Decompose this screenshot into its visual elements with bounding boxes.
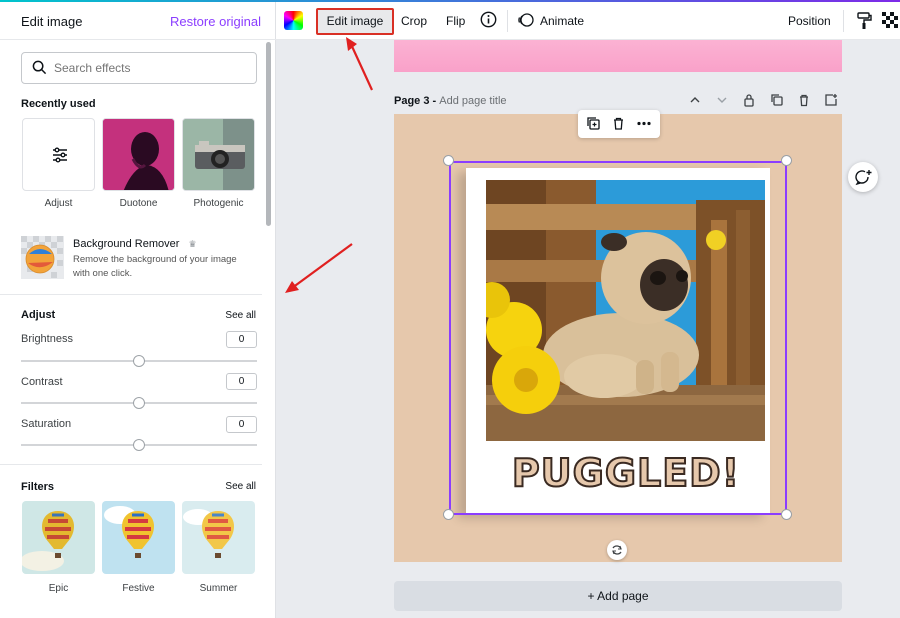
search-icon <box>32 60 47 75</box>
panel-scrollbar[interactable] <box>266 42 271 226</box>
resize-handle-top-left[interactable] <box>443 155 454 166</box>
adjust-see-all[interactable]: See all <box>225 310 256 321</box>
duplicate-page-icon[interactable] <box>770 93 784 112</box>
balloon-image <box>102 501 175 574</box>
resize-handle-bottom-right[interactable] <box>781 509 792 520</box>
filter-festive-tile[interactable] <box>102 501 175 574</box>
resize-handle-top-right[interactable] <box>781 155 792 166</box>
chevron-down-icon[interactable] <box>715 93 729 112</box>
photogenic-camera-image <box>183 119 254 190</box>
add-page-button[interactable]: + Add page <box>394 581 842 611</box>
add-comment-button[interactable] <box>848 162 878 192</box>
panel-header: Edit image Restore original <box>0 2 276 40</box>
adjust-label: Adjust <box>44 198 73 209</box>
saturation-label: Saturation <box>21 418 72 430</box>
filter-summer-label: Summer <box>199 583 238 594</box>
contrast-value[interactable]: 0 <box>226 373 257 390</box>
filters-see-all[interactable]: See all <box>225 481 256 492</box>
edit-image-button[interactable]: Edit image <box>316 8 394 35</box>
saturation-value[interactable]: 0 <box>226 416 257 433</box>
annotation-arrow-up <box>346 37 373 91</box>
toolbar-separator <box>843 10 844 32</box>
photogenic-label: Photogenic <box>193 198 244 209</box>
brightness-value[interactable]: 0 <box>226 331 257 348</box>
adjust-heading: Adjust <box>21 309 56 321</box>
saturation-slider-knob[interactable] <box>133 439 145 451</box>
background-remover-title[interactable]: Background Remover ♛ <box>73 238 197 250</box>
recently-used-heading: Recently used <box>21 98 96 110</box>
info-icon[interactable] <box>480 11 497 28</box>
photogenic-tile[interactable] <box>182 118 255 191</box>
rotate-handle[interactable] <box>607 540 627 560</box>
annotation-arrow-left <box>285 243 353 293</box>
background-remover-description: Remove the background of your image with… <box>73 254 237 279</box>
contrast-label: Contrast <box>21 376 63 388</box>
page-number-text: Page 3 - <box>394 95 440 107</box>
position-button[interactable]: Position <box>788 9 831 33</box>
filter-epic-label: Epic <box>48 583 69 594</box>
previous-page-preview[interactable] <box>394 40 842 72</box>
flip-button[interactable]: Flip <box>446 9 465 33</box>
add-page-title-field[interactable]: Add page title <box>439 95 506 107</box>
lock-icon[interactable] <box>742 93 756 112</box>
color-picker-swatch[interactable] <box>284 11 303 30</box>
more-options-icon[interactable] <box>636 116 652 136</box>
brightness-slider-knob[interactable] <box>133 355 145 367</box>
divider <box>0 294 262 295</box>
background-remover-icon[interactable] <box>21 236 64 279</box>
trash-icon[interactable] <box>611 116 626 136</box>
animate-icon[interactable] <box>518 12 534 28</box>
divider <box>0 464 262 465</box>
balloon-image <box>22 501 95 574</box>
search-effects-box[interactable] <box>21 52 257 84</box>
copy-icon[interactable] <box>586 116 601 136</box>
search-effects-input[interactable] <box>54 57 250 79</box>
selection-box <box>449 161 787 515</box>
comment-plus-icon <box>855 170 872 186</box>
filter-festive-label: Festive <box>122 583 155 594</box>
element-floating-toolbar <box>578 110 660 138</box>
balloon-image <box>182 501 255 574</box>
contrast-slider-knob[interactable] <box>133 397 145 409</box>
edit-image-panel: Edit image Restore original Recently use… <box>0 2 276 618</box>
duotone-portrait-image <box>103 119 174 190</box>
delete-page-icon[interactable] <box>797 93 811 112</box>
filters-heading: Filters <box>21 481 55 493</box>
add-page-icon[interactable] <box>824 93 838 112</box>
duotone-label: Duotone <box>119 198 158 209</box>
filter-epic-tile[interactable] <box>22 501 95 574</box>
chevron-up-icon[interactable] <box>688 93 702 112</box>
filter-summer-tile[interactable] <box>182 501 255 574</box>
transparency-icon[interactable] <box>882 12 898 28</box>
panel-title: Edit image <box>21 14 83 29</box>
rotate-icon <box>612 545 622 555</box>
adjust-tile[interactable] <box>22 118 95 191</box>
toolbar-separator <box>507 10 508 32</box>
background-remover-title-text: Background Remover <box>73 238 180 250</box>
duotone-tile[interactable] <box>102 118 175 191</box>
resize-handle-bottom-left[interactable] <box>443 509 454 520</box>
restore-original-link[interactable]: Restore original <box>170 14 261 29</box>
crown-icon: ♛ <box>188 239 197 249</box>
animate-button[interactable]: Animate <box>540 9 584 33</box>
sliders-icon <box>53 147 67 163</box>
page-label: Page 3 - Add page title <box>394 95 507 107</box>
paint-roller-icon[interactable] <box>856 12 872 30</box>
crop-button[interactable]: Crop <box>401 9 427 33</box>
brightness-label: Brightness <box>21 333 73 345</box>
